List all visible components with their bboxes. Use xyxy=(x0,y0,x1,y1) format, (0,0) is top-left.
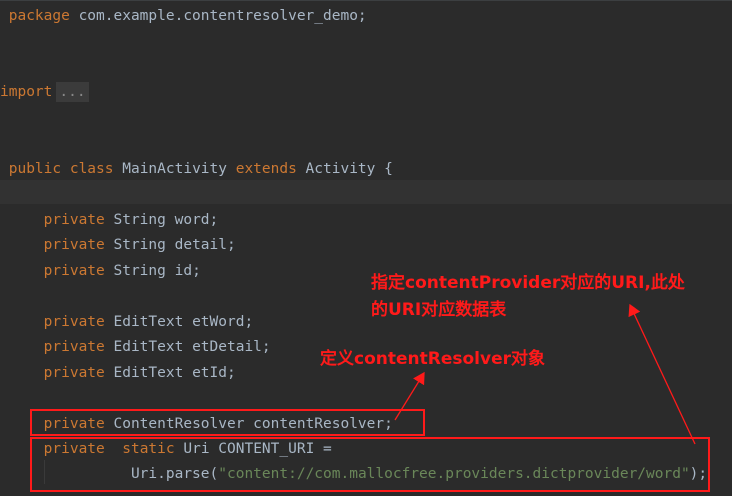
keyword: extends xyxy=(235,161,297,177)
highlight-box-content-uri xyxy=(30,437,710,492)
keyword: public class xyxy=(8,161,114,177)
code-line-package[interactable]: package com.example.contentresolver_demo… xyxy=(0,4,732,28)
class-name: MainActivity xyxy=(113,161,236,177)
annotation-uri-line2: 的URI对应数据表 xyxy=(371,300,507,320)
field-declaration: EditText etId; xyxy=(104,365,236,381)
highlight-box-content-resolver xyxy=(30,409,425,436)
keyword: private xyxy=(43,237,105,253)
keyword: private xyxy=(43,263,105,279)
folded-imports[interactable]: ... xyxy=(56,82,89,102)
field-declaration: String detail; xyxy=(104,237,236,253)
code-line-import[interactable]: import... xyxy=(0,80,732,104)
code-line-field-word[interactable]: private String word; xyxy=(0,208,732,232)
keyword: private xyxy=(43,365,105,381)
keyword: private xyxy=(43,212,105,228)
code-line-class-declaration[interactable]: public class MainActivity extends Activi… xyxy=(0,157,732,181)
annotation-resolver: 定义contentResolver对象 xyxy=(320,349,545,369)
keyword: package xyxy=(8,8,70,24)
field-declaration: EditText etWord; xyxy=(104,314,254,330)
superclass: Activity { xyxy=(296,161,393,177)
field-declaration: EditText etDetail; xyxy=(104,339,271,355)
keyword: private xyxy=(43,339,105,355)
package-name: com.example.contentresolver_demo; xyxy=(69,8,367,24)
keyword: private xyxy=(43,314,105,330)
field-declaration: String id; xyxy=(104,263,201,279)
field-declaration: String word; xyxy=(104,212,219,228)
annotation-uri-line1: 指定contentProvider对应的URI,此处 xyxy=(371,273,685,293)
code-line-field-etword[interactable]: private EditText etWord; xyxy=(0,310,732,334)
keyword: import xyxy=(0,84,53,100)
code-line-caret-blank[interactable] xyxy=(0,180,732,204)
code-line-field-detail[interactable]: private String detail; xyxy=(0,233,732,257)
